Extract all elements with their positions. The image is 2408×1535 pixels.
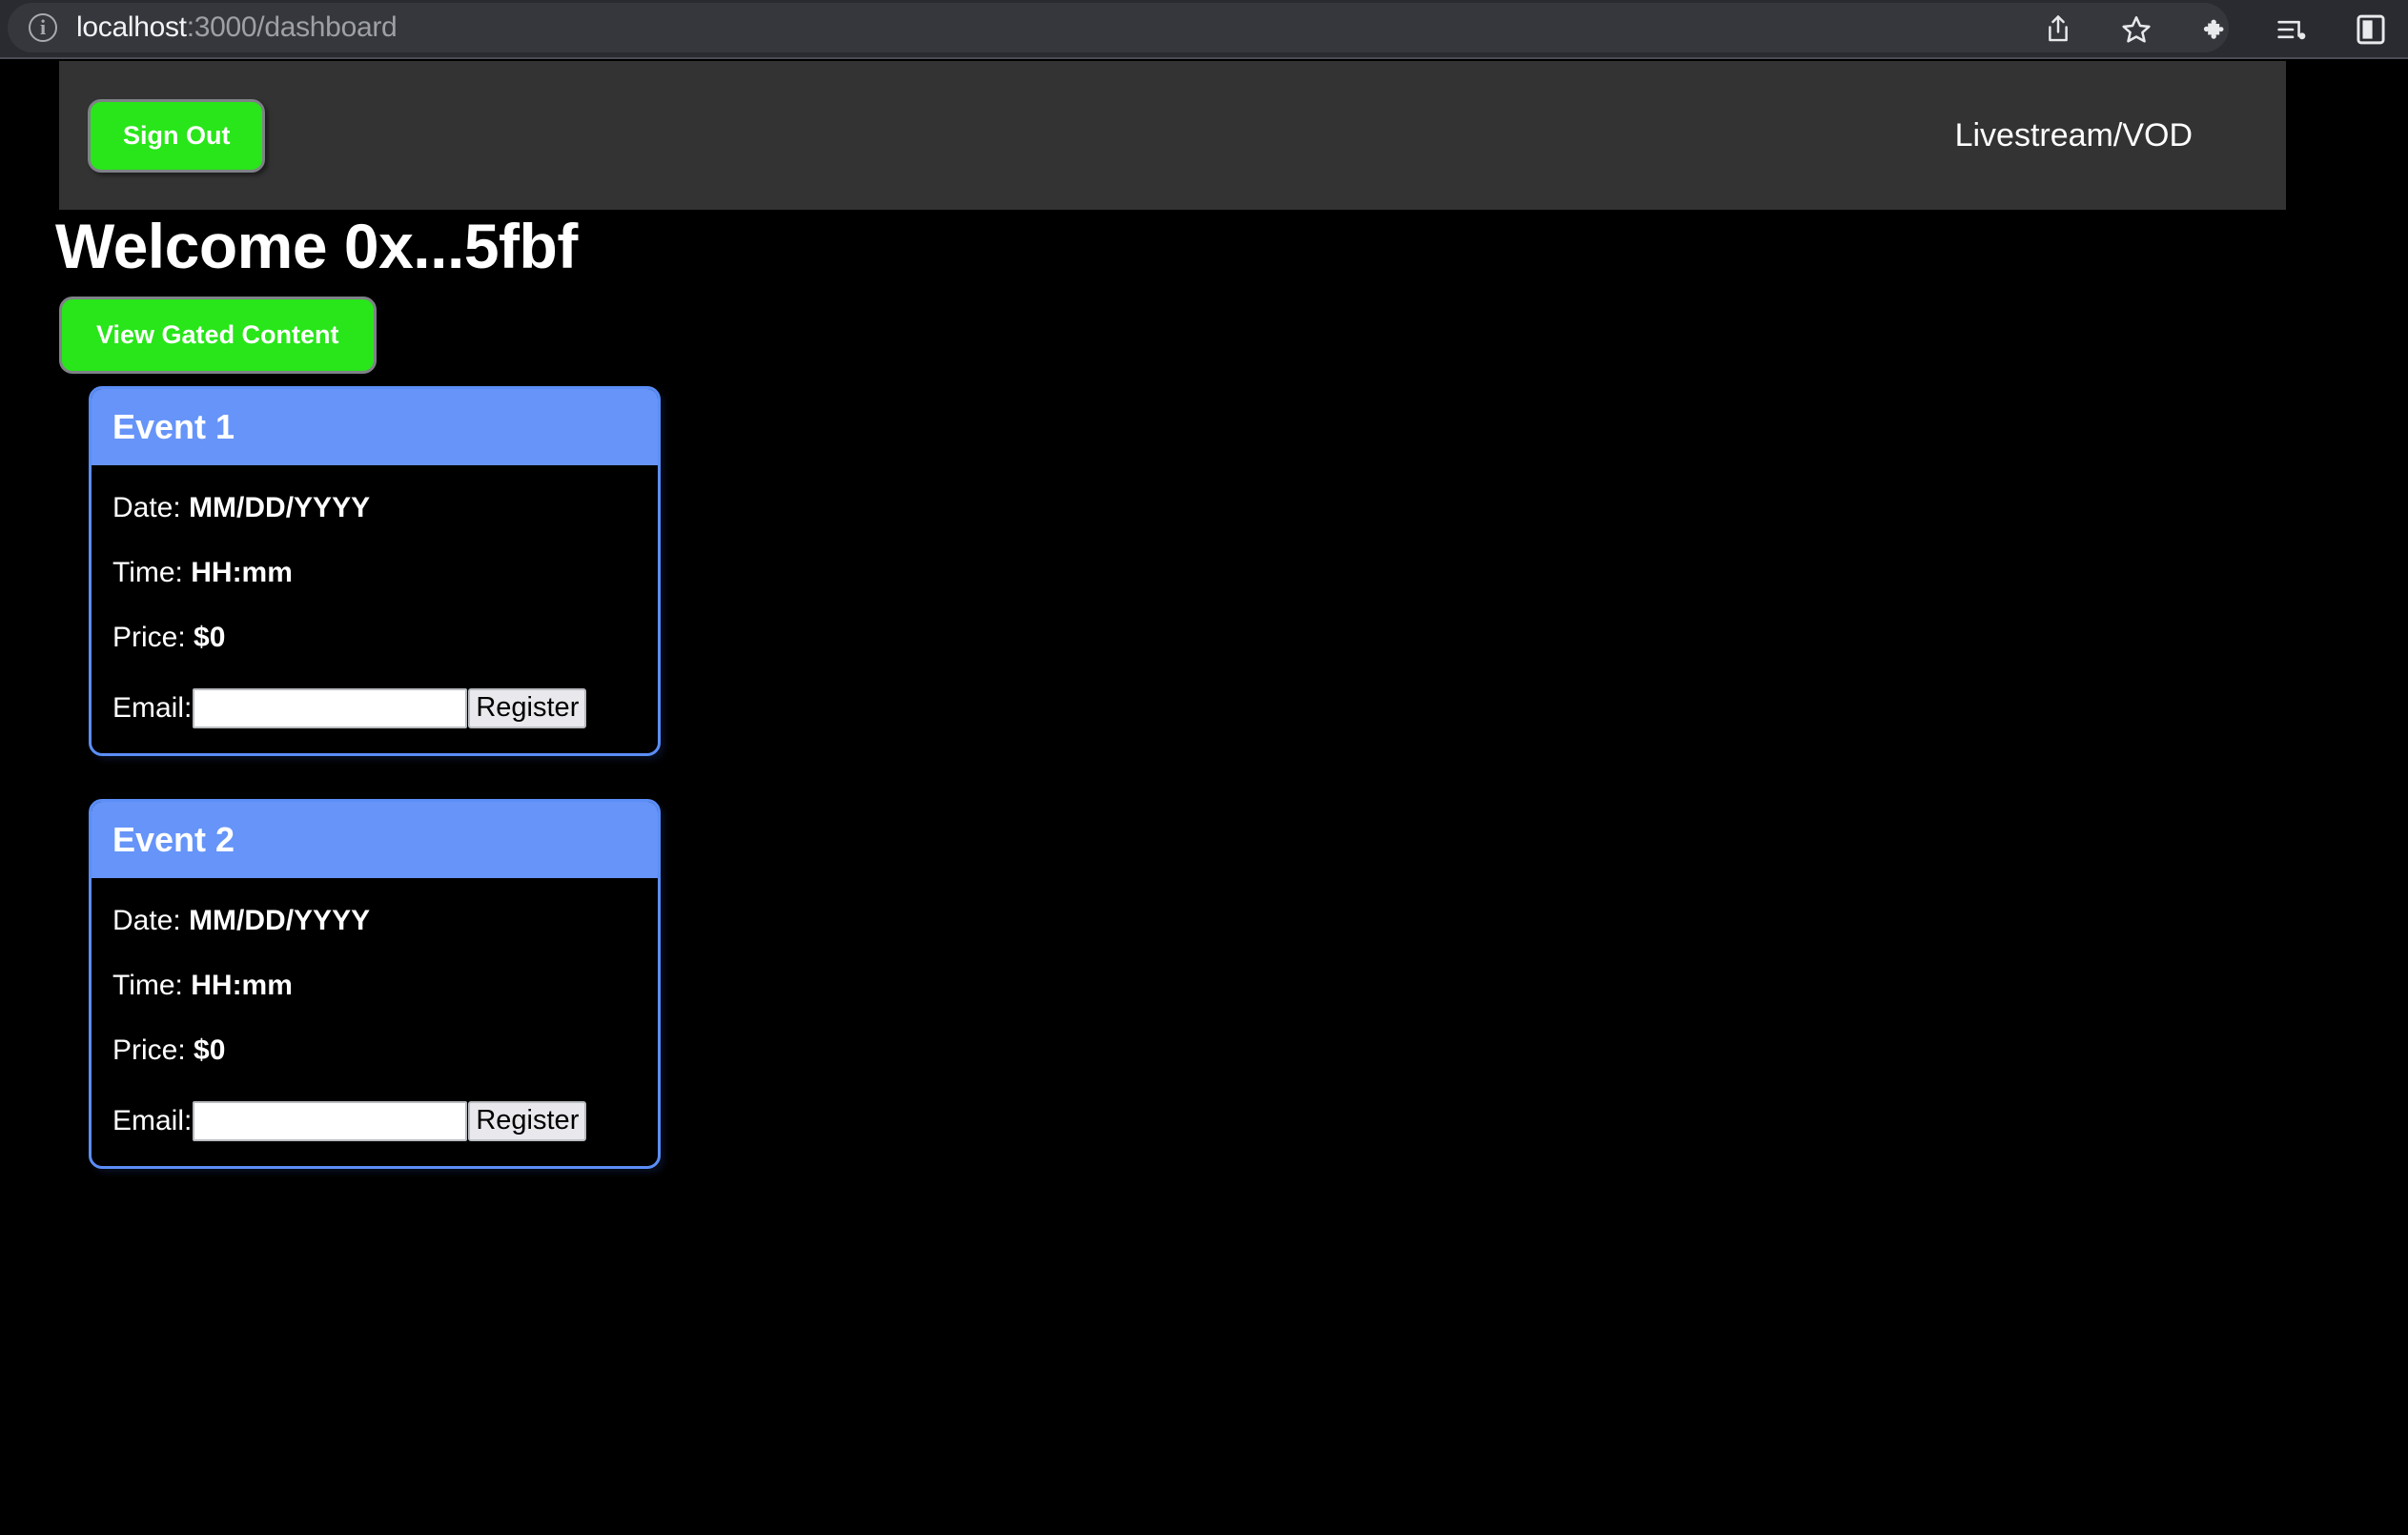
event-time-row: Time: HH:mm — [112, 969, 637, 1001]
url-text: localhost:3000/dashboard — [76, 11, 398, 44]
event-time-value: HH:mm — [191, 969, 293, 1001]
event-date-row: Date: MM/DD/YYYY — [112, 904, 637, 936]
address-bar[interactable]: i localhost:3000/dashboard — [8, 3, 2229, 52]
event-card-body: Date: MM/DD/YYYY Time: HH:mm Price: $0 E… — [92, 465, 658, 753]
event-card-header: Event 2 — [92, 802, 658, 878]
email-label: Email: — [112, 1104, 193, 1136]
email-label: Email: — [112, 691, 193, 724]
event-date-row: Date: MM/DD/YYYY — [112, 491, 637, 523]
event-time-row: Time: HH:mm — [112, 556, 637, 588]
media-playlist-icon[interactable] — [2276, 13, 2309, 46]
event-register-row: Email: Register — [112, 1100, 637, 1141]
event-price-label: Price: — [112, 621, 186, 653]
event-price-row: Price: $0 — [112, 1034, 637, 1066]
event-card-header: Event 1 — [92, 389, 658, 465]
share-icon[interactable] — [2042, 13, 2074, 46]
register-button[interactable]: Register — [468, 687, 587, 728]
event-card: Event 2 Date: MM/DD/YYYY Time: HH:mm Pri… — [89, 799, 661, 1169]
event-price-value: $0 — [194, 621, 226, 653]
event-date-value: MM/DD/YYYY — [189, 904, 371, 936]
view-gated-content-button[interactable]: View Gated Content — [59, 297, 377, 374]
nav-link-livestream-vod[interactable]: Livestream/VOD — [1955, 117, 2193, 154]
event-time-value: HH:mm — [191, 556, 293, 588]
event-register-row: Email: Register — [112, 687, 637, 728]
event-card: Event 1 Date: MM/DD/YYYY Time: HH:mm Pri… — [89, 386, 661, 756]
event-date-label: Date: — [112, 491, 181, 523]
event-card-title: Event 1 — [112, 407, 235, 446]
email-input[interactable] — [193, 687, 468, 728]
event-card-title: Event 2 — [112, 820, 235, 859]
event-price-label: Price: — [112, 1034, 186, 1066]
browser-chrome: i localhost:3000/dashboard — [0, 0, 2408, 59]
event-price-value: $0 — [194, 1034, 226, 1066]
event-time-label: Time: — [112, 969, 183, 1001]
event-price-row: Price: $0 — [112, 621, 637, 653]
bookmark-star-icon[interactable] — [2120, 13, 2153, 46]
sidebar-toggle-icon[interactable] — [2355, 13, 2387, 46]
email-input[interactable] — [193, 1100, 468, 1141]
url-host: localhost — [76, 11, 187, 43]
sign-out-button[interactable]: Sign Out — [88, 98, 266, 173]
app-nav-bar: Sign Out Livestream/VOD — [59, 61, 2286, 210]
extensions-puzzle-icon[interactable] — [2198, 13, 2231, 46]
event-date-value: MM/DD/YYYY — [189, 491, 371, 523]
event-date-label: Date: — [112, 904, 181, 936]
page-title: Welcome 0x...5fbf — [55, 211, 578, 281]
info-circle-icon[interactable]: i — [29, 13, 57, 42]
browser-toolbar-actions — [2042, 0, 2387, 59]
event-card-body: Date: MM/DD/YYYY Time: HH:mm Price: $0 E… — [92, 878, 658, 1166]
url-path: :3000/dashboard — [186, 11, 398, 43]
event-time-label: Time: — [112, 556, 183, 588]
register-button[interactable]: Register — [468, 1100, 587, 1141]
